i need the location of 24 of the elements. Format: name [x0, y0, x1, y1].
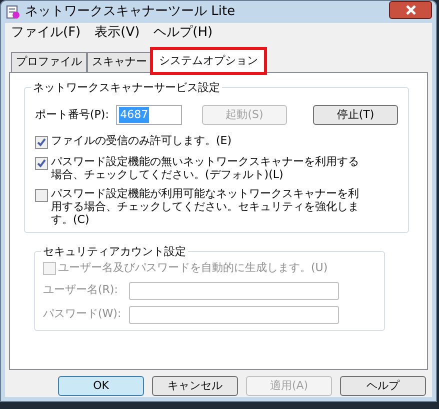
app-icon [5, 4, 21, 20]
close-button[interactable] [389, 1, 432, 19]
field-label: ユーザー名(R): [43, 282, 119, 298]
menu-item[interactable]: ファイル(F) [11, 22, 81, 42]
tab[interactable]: プロファイル [11, 52, 87, 72]
checkbox[interactable] [35, 189, 48, 202]
menu-item[interactable]: ヘルプ(H) [154, 22, 213, 42]
port-label: ポート番号(P): [35, 106, 110, 123]
button[interactable]: 停止(T) [313, 105, 398, 125]
menu-item[interactable]: 表示(V) [94, 22, 140, 42]
checkbox[interactable] [35, 136, 48, 149]
button[interactable]: キャンセル [152, 376, 238, 396]
field-label: パスワード(W): [43, 306, 122, 322]
window-title: ネットワークスキャナーツール Lite [25, 3, 236, 22]
tab[interactable]: スキャナー [87, 52, 152, 72]
checkbox-label: パスワード設定機能が利用可能なネットワークスキャナーを利用する場合、チェックしてください。セキュリティを強化します。(C) [51, 187, 360, 226]
tab[interactable]: システムオプション [152, 49, 265, 73]
checkbox[interactable] [35, 157, 48, 170]
checkbox-label: ファイルの受信のみ許可します。(E) [51, 134, 233, 147]
button[interactable]: OK [58, 376, 144, 396]
checkbox-label: パスワード設定機能の無いネットワークスキャナーを利用する場合、チェックしてください。(デフォルト)(L) [51, 155, 360, 181]
close-icon [404, 5, 416, 15]
checkbox-label: ユーザー名及びパスワードを自動的に生成します。(U) [58, 260, 328, 276]
button[interactable]: ヘルプ [340, 376, 426, 396]
